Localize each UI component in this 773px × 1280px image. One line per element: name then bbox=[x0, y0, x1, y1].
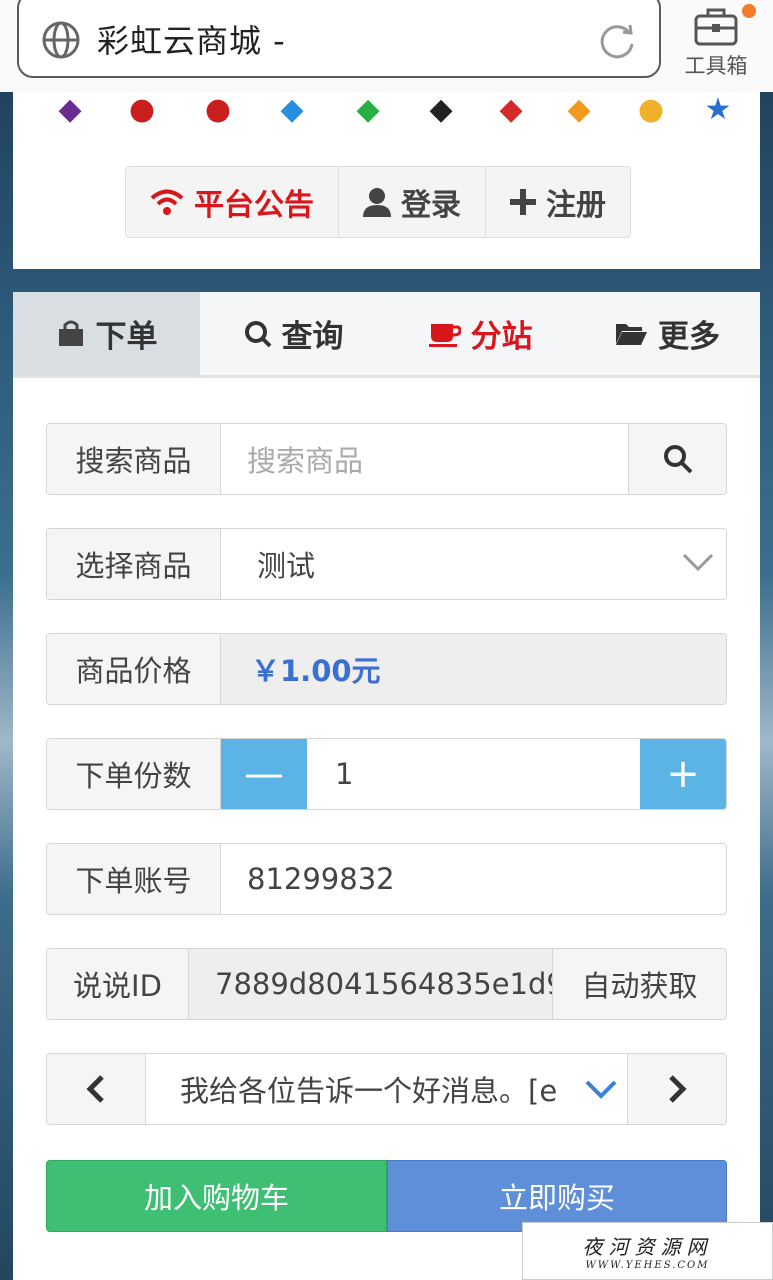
tab-substation-label: 分站 bbox=[470, 319, 533, 355]
notice-button[interactable]: 平台公告 bbox=[126, 167, 339, 237]
plus-icon bbox=[510, 189, 536, 215]
chevron-down-icon bbox=[682, 553, 714, 572]
announcement-button-group: 平台公告 登录 注册 bbox=[125, 166, 631, 238]
register-button[interactable]: 注册 bbox=[486, 167, 630, 237]
price-label: 商品价格 bbox=[47, 634, 221, 704]
shuoshuo-label: 说说ID bbox=[47, 949, 189, 1019]
diamond-blue-icon[interactable]: ◆ bbox=[272, 92, 312, 128]
qq-purple-icon[interactable]: ◆ bbox=[50, 92, 90, 128]
auto-fetch-button[interactable]: 自动获取 bbox=[552, 949, 726, 1019]
search-input[interactable]: 搜索商品 bbox=[221, 424, 628, 494]
shuoshuo-row: 说说ID 7889d8041564835e1d9 自动获取 bbox=[46, 948, 727, 1020]
tab-query-label: 查询 bbox=[281, 319, 344, 355]
tab-bar: 下单 查询 分站 更多 bbox=[13, 292, 760, 378]
price-value: ￥1.00元 bbox=[221, 634, 726, 704]
star-blue-icon[interactable]: ★ bbox=[698, 92, 738, 128]
diamond-black-icon[interactable]: ◆ bbox=[421, 92, 461, 128]
notice-label: 平台公告 bbox=[194, 188, 314, 223]
vip-icon-row: ◆ ● ● ◆ ◆ ◆ ◆ ◆ ● ★ bbox=[13, 92, 760, 132]
toolbox-button[interactable]: 工具箱 bbox=[676, 4, 756, 84]
account-row: 下单账号 81299832 bbox=[46, 843, 727, 915]
shopping-bag-icon bbox=[56, 319, 86, 349]
search-label: 搜索商品 bbox=[47, 424, 221, 494]
chevron-right-icon bbox=[669, 1075, 687, 1103]
toolbox-icon bbox=[694, 8, 738, 46]
watermark-logo: 夜河资源网 WWW.YEHES.COM bbox=[522, 1222, 773, 1280]
user-icon bbox=[363, 187, 391, 217]
search-row: 搜索商品 搜索商品 bbox=[46, 423, 727, 495]
product-select-label: 选择商品 bbox=[47, 529, 221, 599]
shuoshuo-input[interactable]: 7889d8041564835e1d9 bbox=[189, 949, 552, 1019]
quantity-label: 下单份数 bbox=[47, 739, 221, 809]
quantity-row: 下单份数 — 1 + bbox=[46, 738, 727, 810]
folder-open-icon bbox=[614, 320, 648, 348]
login-label: 登录 bbox=[401, 188, 461, 223]
reload-icon[interactable] bbox=[597, 20, 637, 60]
account-label: 下单账号 bbox=[47, 844, 221, 914]
account-input[interactable]: 81299832 bbox=[221, 844, 726, 914]
message-select[interactable]: 我给各位告诉一个好消息。[e bbox=[145, 1054, 628, 1124]
globe-icon bbox=[42, 21, 80, 59]
address-bar[interactable]: 彩虹云商城 - bbox=[17, 0, 661, 78]
add-to-cart-button[interactable]: 加入购物车 bbox=[46, 1160, 387, 1232]
register-label: 注册 bbox=[546, 188, 606, 223]
coffee-cup-icon bbox=[428, 320, 461, 348]
price-row: 商品价格 ￥1.00元 bbox=[46, 633, 727, 705]
watermark-url: WWW.YEHES.COM bbox=[585, 1260, 710, 1271]
quantity-input[interactable]: 1 bbox=[307, 739, 640, 809]
quantity-plus-button[interactable]: + bbox=[640, 739, 726, 809]
page-title: 彩虹云商城 - bbox=[97, 22, 286, 60]
gold-badge-icon[interactable]: ● bbox=[631, 92, 671, 128]
product-select[interactable]: 测试 bbox=[221, 529, 726, 599]
tab-substation[interactable]: 分站 bbox=[387, 292, 574, 375]
tab-order-label: 下单 bbox=[95, 319, 158, 355]
order-panel: 下单 查询 分站 更多 搜索商品 搜索商品 选择商品 测试 商品价格 ￥1.00… bbox=[13, 292, 760, 1280]
browser-toolbar: 彩虹云商城 - 工具箱 bbox=[0, 0, 773, 92]
tab-query[interactable]: 查询 bbox=[200, 292, 387, 375]
diamond-green-icon[interactable]: ◆ bbox=[348, 92, 388, 128]
wifi-icon bbox=[150, 188, 184, 216]
top-card: ◆ ● ● ◆ ◆ ◆ ◆ ◆ ● ★ 平台公告 登录 注册 bbox=[13, 92, 760, 269]
search-button[interactable] bbox=[628, 424, 726, 494]
prev-button[interactable] bbox=[47, 1054, 145, 1124]
quantity-minus-button[interactable]: — bbox=[221, 739, 307, 809]
tab-order[interactable]: 下单 bbox=[13, 292, 200, 375]
message-row: 我给各位告诉一个好消息。[e bbox=[46, 1053, 727, 1125]
toolbox-label: 工具箱 bbox=[684, 54, 748, 78]
watermark-title: 夜河资源网 bbox=[582, 1235, 713, 1259]
login-button[interactable]: 登录 bbox=[339, 167, 486, 237]
tab-more[interactable]: 更多 bbox=[574, 292, 760, 375]
chevron-left-icon bbox=[86, 1075, 104, 1103]
product-select-value: 测试 bbox=[257, 549, 316, 583]
chevron-down-icon bbox=[585, 1078, 617, 1100]
qq-penguin-icon[interactable]: ● bbox=[122, 92, 162, 128]
search-icon bbox=[663, 445, 692, 474]
diamond-orange-icon[interactable]: ◆ bbox=[559, 92, 599, 128]
next-button[interactable] bbox=[628, 1054, 726, 1124]
tab-more-label: 更多 bbox=[658, 319, 720, 355]
product-select-row: 选择商品 测试 bbox=[46, 528, 727, 600]
message-select-value: 我给各位告诉一个好消息。[e bbox=[180, 1074, 558, 1108]
search-icon bbox=[244, 320, 272, 348]
diamond-red-icon[interactable]: ◆ bbox=[491, 92, 531, 128]
qq-penguin-red-icon[interactable]: ● bbox=[198, 92, 238, 128]
notification-dot bbox=[742, 4, 756, 18]
